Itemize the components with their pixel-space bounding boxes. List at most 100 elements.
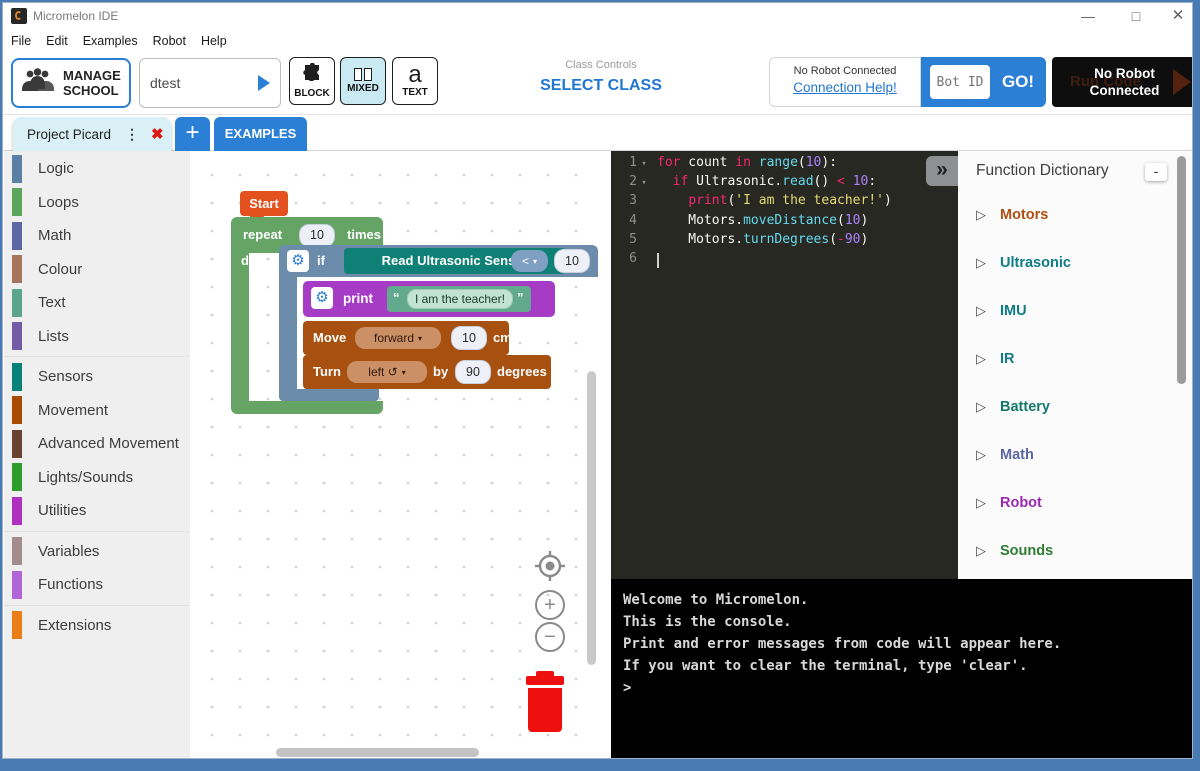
start-block[interactable]: Start xyxy=(240,191,288,216)
dictionary-item-robot[interactable]: ▷Robot xyxy=(958,479,1193,527)
chevron-down-icon: ▾ xyxy=(533,257,537,266)
toolbox-category-math[interactable]: Math xyxy=(4,219,190,253)
toolbox-category-colour[interactable]: Colour xyxy=(4,253,190,287)
project-name[interactable]: dtest xyxy=(150,75,258,91)
dictionary-minimize-button[interactable]: - xyxy=(1145,163,1167,181)
turn-degrees-field[interactable]: 90 xyxy=(455,360,491,384)
examples-button[interactable]: EXAMPLES xyxy=(214,117,307,151)
toolbox-category-lists[interactable]: Lists xyxy=(4,320,190,354)
run-code-button[interactable]: Run Code No RobotConnected xyxy=(1052,57,1193,107)
toolbox-category-extensions[interactable]: Extensions xyxy=(4,609,190,643)
view-mode-block-button[interactable]: BLOCK xyxy=(289,57,335,105)
view-mode-text-button[interactable]: a TEXT xyxy=(392,57,438,105)
view-mode-mixed-button[interactable]: MIXED xyxy=(340,57,386,105)
dictionary-collapse-button[interactable]: » xyxy=(926,156,958,186)
zoom-out-button[interactable]: − xyxy=(535,622,565,652)
comparison-dropdown[interactable]: <▾ xyxy=(511,250,548,272)
close-quote-icon: ” xyxy=(517,290,524,305)
dictionary-title: Function Dictionary xyxy=(976,162,1109,180)
compare-value-field[interactable]: 10 xyxy=(554,249,590,273)
app-title: Micromelon IDE xyxy=(33,9,118,23)
maximize-button[interactable]: □ xyxy=(1119,5,1153,27)
close-button[interactable]: ✕ xyxy=(1161,5,1193,27)
category-color-chip xyxy=(12,463,22,491)
menu-robot[interactable]: Robot xyxy=(153,34,186,48)
app-window: Micromelon IDE — □ ✕ File Edit Examples … xyxy=(2,2,1193,759)
toolbox-category-advanced-movement[interactable]: Advanced Movement xyxy=(4,427,190,461)
add-tab-button[interactable]: + xyxy=(175,117,210,151)
toolbox-category-utilities[interactable]: Utilities xyxy=(4,494,190,528)
dictionary-item-ultrasonic[interactable]: ▷Ultrasonic xyxy=(958,239,1193,287)
code-line[interactable]: 3 print('I am the teacher!') xyxy=(611,193,958,212)
zoom-in-button[interactable]: + xyxy=(535,590,565,620)
play-icon[interactable] xyxy=(258,75,270,91)
fold-icon xyxy=(637,193,651,212)
expand-triangle-icon: ▷ xyxy=(976,543,986,559)
move-distance-field[interactable]: 10 xyxy=(451,326,487,350)
dictionary-scrollbar[interactable] xyxy=(1177,156,1186,384)
code-line[interactable]: 6 xyxy=(611,251,958,270)
trash-icon[interactable] xyxy=(523,671,567,738)
select-class-button[interactable]: SELECT CLASS xyxy=(473,77,729,95)
turn-direction-dropdown[interactable]: left ↺▾ xyxy=(347,361,427,383)
print-mutator-gear-icon[interactable]: ⚙ xyxy=(311,287,333,309)
category-color-chip xyxy=(12,289,22,317)
menu-edit[interactable]: Edit xyxy=(46,34,68,48)
code-editor[interactable]: 1▾for count in range(10):2▾ if Ultrasoni… xyxy=(611,151,958,579)
dictionary-item-imu[interactable]: ▷IMU xyxy=(958,287,1193,335)
workspace-horizontal-scrollbar[interactable] xyxy=(276,748,479,757)
if-block-spine xyxy=(279,277,297,389)
category-color-chip xyxy=(12,611,22,639)
block-toolbox: Logic Loops Math Colour Text Lists Senso… xyxy=(4,151,190,759)
class-controls-label: Class Controls xyxy=(473,59,729,71)
manage-school-button[interactable]: MANAGESCHOOL xyxy=(11,58,131,108)
code-line[interactable]: 5 Motors.turnDegrees(-90) xyxy=(611,232,958,251)
category-color-chip xyxy=(12,363,22,391)
open-quote-icon: “ xyxy=(393,290,400,305)
toolbox-category-text[interactable]: Text xyxy=(4,286,190,320)
move-direction-dropdown[interactable]: forward▾ xyxy=(355,327,441,349)
fold-icon[interactable]: ▾ xyxy=(637,155,651,174)
toolbox-category-variables[interactable]: Variables xyxy=(4,535,190,569)
dictionary-item-battery[interactable]: ▷Battery xyxy=(958,383,1193,431)
workspace-vertical-scrollbar[interactable] xyxy=(587,371,596,665)
code-line[interactable]: 2▾ if Ultrasonic.read() < 10: xyxy=(611,174,958,193)
toolbox-category-logic[interactable]: Logic xyxy=(4,152,190,186)
dictionary-item-sounds[interactable]: ▷Sounds xyxy=(958,527,1193,575)
menu-file[interactable]: File xyxy=(11,34,31,48)
toolbox-category-functions[interactable]: Functions xyxy=(4,568,190,602)
tab-menu-icon[interactable]: ⋮ xyxy=(125,126,139,143)
code-line[interactable]: 4 Motors.moveDistance(10) xyxy=(611,213,958,232)
menu-help[interactable]: Help xyxy=(201,34,227,48)
code-line[interactable]: 1▾for count in range(10): xyxy=(611,155,958,174)
dictionary-item-motors[interactable]: ▷Motors xyxy=(958,191,1193,239)
category-color-chip xyxy=(12,396,22,424)
category-color-chip xyxy=(12,188,22,216)
dictionary-item-ir[interactable]: ▷IR xyxy=(958,335,1193,383)
chevron-down-icon: ▾ xyxy=(418,334,422,343)
bot-id-input[interactable] xyxy=(930,65,990,99)
dictionary-list: ▷Motors ▷Ultrasonic ▷IMU ▷IR ▷Battery ▷M… xyxy=(958,191,1193,575)
go-button[interactable]: GO! xyxy=(990,72,1046,92)
menu-examples[interactable]: Examples xyxy=(83,34,138,48)
console-terminal[interactable]: Welcome to Micromelon.This is the consol… xyxy=(611,579,1193,759)
string-text-field[interactable]: I am the teacher! xyxy=(407,289,513,309)
tab-project-picard[interactable]: Project Picard ⋮ ✖ xyxy=(13,117,171,151)
repeat-block-spine xyxy=(231,253,249,401)
connection-help-link[interactable]: Connection Help! xyxy=(770,80,920,95)
minimize-button[interactable]: — xyxy=(1071,5,1105,27)
zoom-reset-button[interactable] xyxy=(533,549,567,583)
dictionary-item-math[interactable]: ▷Math xyxy=(958,431,1193,479)
toolbox-category-movement[interactable]: Movement xyxy=(4,394,190,428)
toolbox-category-lights-sounds[interactable]: Lights/Sounds xyxy=(4,461,190,495)
if-mutator-gear-icon[interactable]: ⚙ xyxy=(287,250,309,272)
toolbox-category-loops[interactable]: Loops xyxy=(4,186,190,220)
repeat-times-field[interactable]: 10 xyxy=(299,224,335,247)
toolbox-category-sensors[interactable]: Sensors xyxy=(4,360,190,394)
fold-icon[interactable]: ▾ xyxy=(637,174,651,193)
project-name-field[interactable]: dtest xyxy=(139,58,281,108)
expand-triangle-icon: ▷ xyxy=(976,447,986,463)
turn-label: Turn xyxy=(313,364,341,379)
tab-close-icon[interactable]: ✖ xyxy=(151,125,164,143)
run-status-label: No RobotConnected xyxy=(1052,65,1193,99)
